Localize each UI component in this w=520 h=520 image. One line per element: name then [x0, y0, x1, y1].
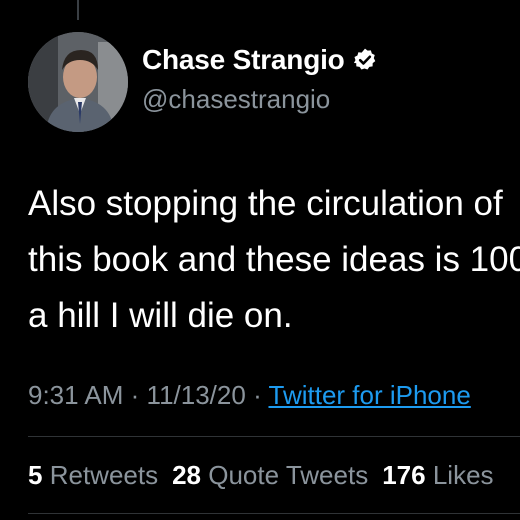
tweet-date[interactable]: 11/13/20 [147, 380, 246, 410]
tweet-meta: 9:31 AM · 11/13/20 · Twitter for iPhone [28, 380, 471, 411]
likes-label: Likes [432, 460, 494, 490]
tweet-text-line: this book and these ideas is 100% [28, 240, 520, 279]
tweet-text-line: Also stopping the circulation of [28, 184, 503, 223]
likes-stat[interactable]: 176 Likes [382, 460, 507, 490]
tweet-time[interactable]: 9:31 AM [28, 380, 123, 410]
quote-tweets-stat[interactable]: 28 Quote Tweets [172, 460, 382, 490]
retweets-label: Retweets [49, 460, 159, 490]
tweet-source-link[interactable]: Twitter for iPhone [269, 380, 471, 410]
likes-count: 176 [382, 460, 426, 490]
quote-tweets-label: Quote Tweets [208, 460, 369, 490]
user-name-row[interactable]: Chase Strangio [142, 44, 378, 76]
tweet-stats: 5 Retweets 28 Quote Tweets 176 Likes [28, 460, 508, 491]
quote-tweets-count: 28 [172, 460, 202, 490]
divider [28, 513, 520, 514]
thread-connector-line [77, 0, 79, 20]
divider [28, 436, 520, 437]
retweets-count: 5 [28, 460, 43, 490]
user-handle[interactable]: @chasestrangio [142, 84, 330, 115]
display-name[interactable]: Chase Strangio [142, 44, 345, 76]
tweet-text-line: a hill I will die on. [28, 296, 293, 335]
tweet-text: Also stopping the circulation of this bo… [28, 176, 520, 344]
meta-separator: · [253, 380, 262, 410]
meta-separator: · [130, 380, 140, 410]
verified-badge-icon [353, 48, 375, 70]
avatar-photo [28, 32, 128, 132]
retweets-stat[interactable]: 5 Retweets [28, 460, 172, 490]
avatar[interactable] [28, 32, 128, 132]
